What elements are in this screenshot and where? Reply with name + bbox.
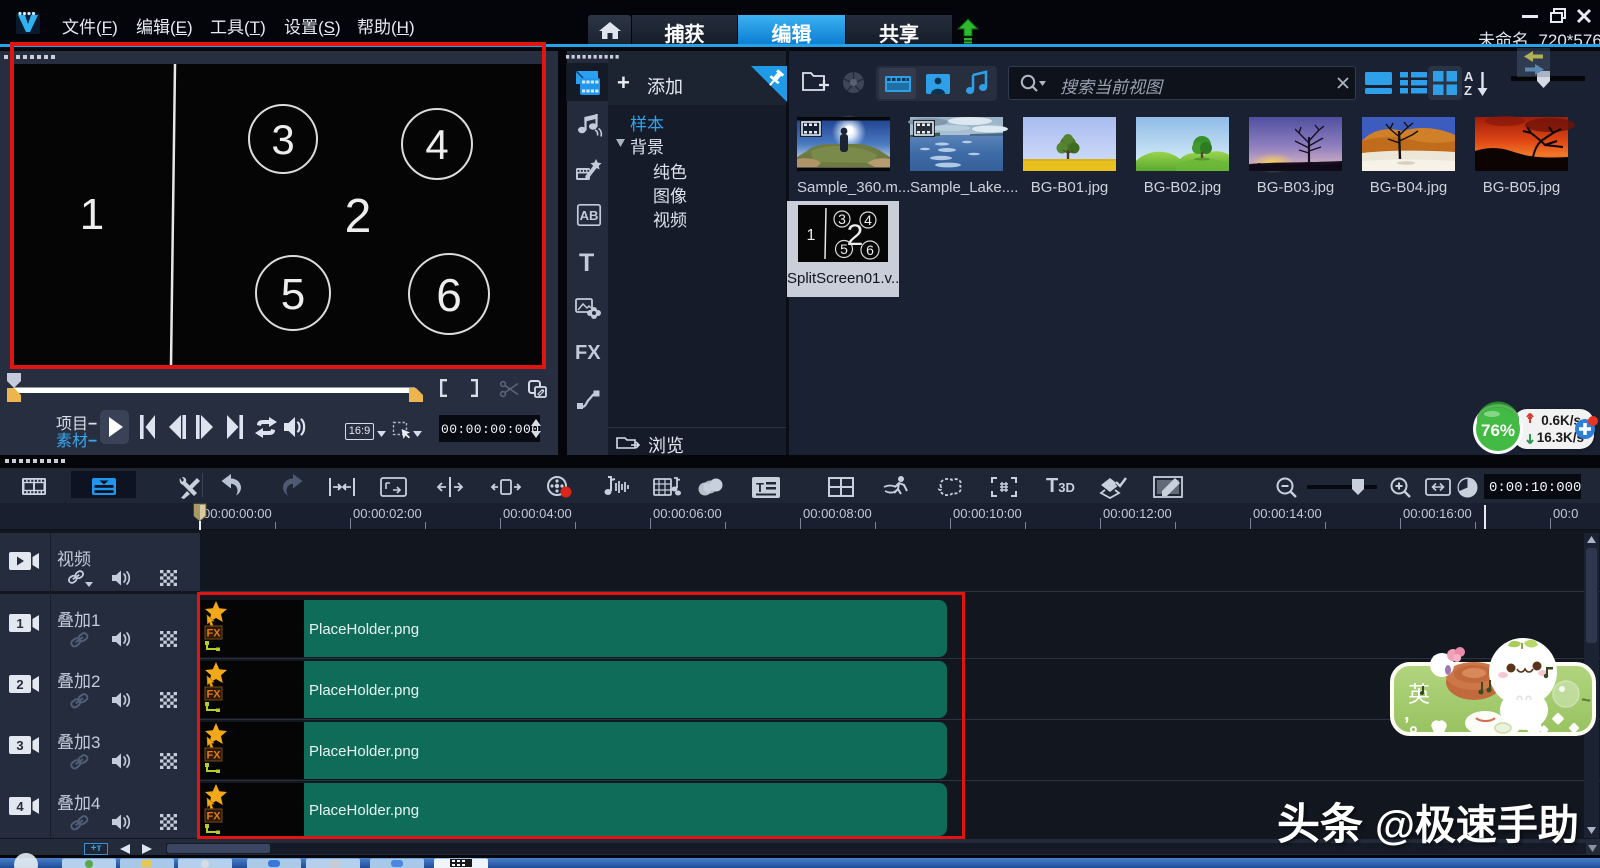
svg-text:AB: AB [580,208,599,223]
svg-text:英: 英 [1408,682,1430,707]
svg-text:5: 5 [840,241,848,257]
svg-text:2: 2 [345,190,372,243]
svg-text:T: T [756,480,764,495]
svg-text:4: 4 [425,121,448,168]
svg-text:4: 4 [16,799,24,814]
svg-text:1: 1 [80,190,104,239]
svg-text:1: 1 [807,227,816,244]
svg-text:76%: 76% [1481,421,1515,440]
svg-text:5: 5 [281,270,305,319]
svg-text:3: 3 [271,116,294,163]
svg-text:Z: Z [1464,83,1472,98]
svg-text:6: 6 [866,242,874,258]
svg-text:2: 2 [16,677,23,692]
svg-text:A: A [1464,69,1474,84]
svg-text:4: 4 [864,212,872,228]
svg-text:6: 6 [436,269,462,321]
svg-text:3: 3 [838,211,846,227]
svg-text:’。: ’。 [1404,714,1430,736]
svg-text:1: 1 [16,616,23,631]
svg-text:3: 3 [16,738,23,753]
